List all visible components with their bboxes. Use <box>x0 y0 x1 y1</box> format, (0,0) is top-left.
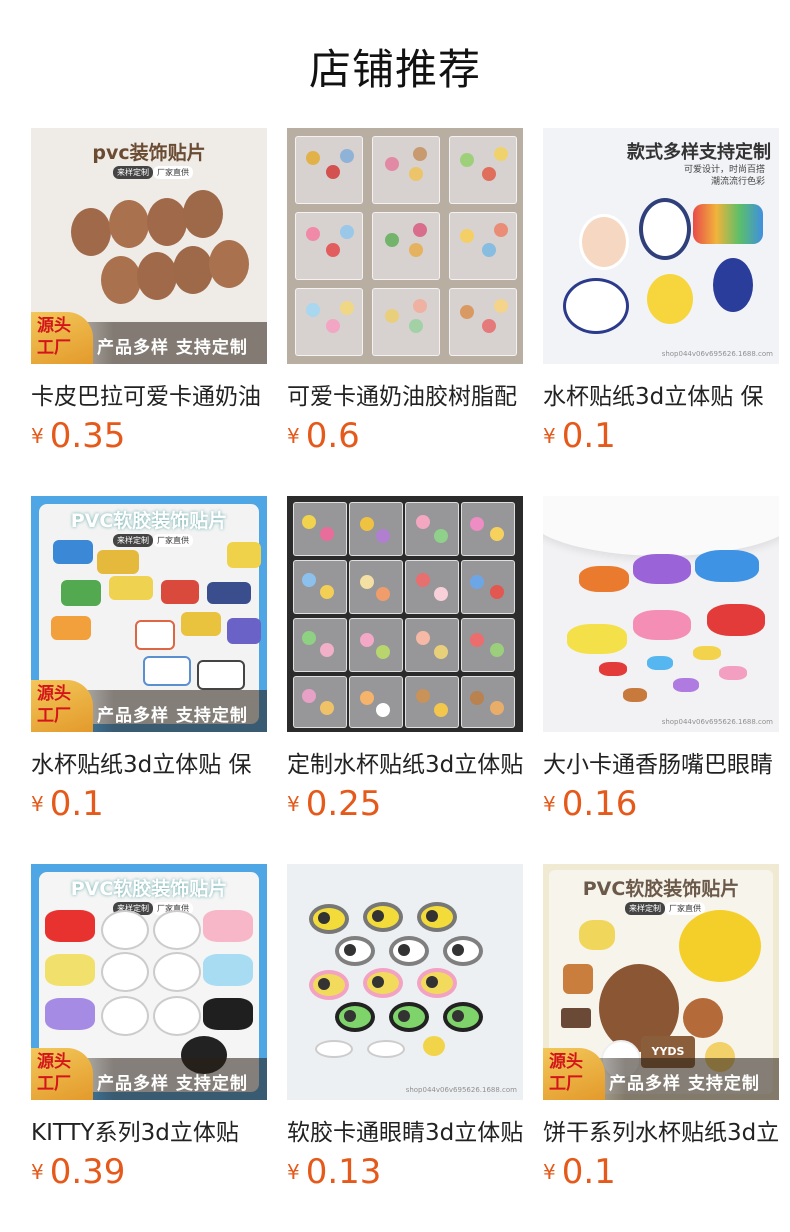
image-title: 款式多样支持定制 <box>627 142 771 163</box>
product-price: ¥0.13 <box>287 1152 382 1192</box>
image-title: PVC软胶装饰贴片 <box>70 878 228 900</box>
image-chip: 厂家直供 <box>153 534 193 547</box>
badge-text: 产品多样 支持定制 <box>97 706 248 726</box>
product-name[interactable]: 可爱卡通奶油胶树脂配 <box>287 377 523 411</box>
product-image[interactable]: PVC软胶装饰贴片 来样定制 厂家直供 源头 工厂 产品多样 支持定制 <box>31 496 267 732</box>
page-title: 店铺推荐 <box>308 45 481 94</box>
badge-text: 产品多样 支持定制 <box>97 1074 248 1094</box>
product-name[interactable]: KITTY系列3d立体贴 <box>31 1113 267 1147</box>
product-name[interactable]: 软胶卡通眼睛3d立体贴 <box>287 1113 523 1147</box>
product-image[interactable]: shop044v06v695626.1688.com <box>287 864 523 1100</box>
product-name[interactable]: 卡皮巴拉可爱卡通奶油 <box>31 377 267 411</box>
product-name[interactable]: 水杯贴纸3d立体贴 保 <box>31 745 267 779</box>
image-subtitle: 潮流流行色彩 <box>710 177 765 187</box>
watermark: shop044v06v695626.1688.com <box>405 1086 517 1094</box>
watermark: shop044v06v695626.1688.com <box>661 350 773 358</box>
product-name[interactable]: 水杯贴纸3d立体贴 保 <box>543 377 779 411</box>
product-price: ¥0.25 <box>287 784 382 824</box>
watermark: shop044v06v695626.1688.com <box>661 718 773 726</box>
product-image[interactable]: shop044v06v695626.1688.com <box>543 496 779 732</box>
product-name[interactable]: 饼干系列水杯贴纸3d立 <box>543 1113 779 1147</box>
product-image[interactable]: PVC软胶装饰贴片 来样定制 厂家直供 源头 工厂 产品多样 支持定制 <box>31 864 267 1100</box>
badge-text: 产品多样 支持定制 <box>609 1074 760 1094</box>
product-price: ¥0.16 <box>543 784 638 824</box>
badge-text: 产品多样 支持定制 <box>97 338 248 358</box>
product-price: ¥0.39 <box>31 1152 126 1192</box>
product-price: ¥0.1 <box>543 1152 616 1192</box>
image-title: pvc装饰贴片 <box>92 142 206 164</box>
product-price: ¥0.35 <box>31 416 126 456</box>
product-price: ¥0.1 <box>31 784 104 824</box>
image-title: PVC软胶装饰贴片 <box>582 878 740 900</box>
product-image[interactable] <box>287 128 523 364</box>
factory-badge: 源头 工厂 <box>543 1048 605 1100</box>
image-chip: 厂家直供 <box>153 166 193 179</box>
factory-badge: 源头 工厂 <box>31 312 93 364</box>
product-name[interactable]: 定制水杯贴纸3d立体贴 <box>287 745 523 779</box>
product-image[interactable] <box>287 496 523 732</box>
factory-badge: 源头 工厂 <box>31 680 93 732</box>
image-chip: 来样定制 <box>113 166 153 179</box>
product-image[interactable]: pvc装饰贴片 来样定制 厂家直供 源头 工厂 产品多样 支持定制 <box>31 128 267 364</box>
product-price: ¥0.6 <box>287 416 360 456</box>
image-chip: 来样定制 <box>625 902 665 915</box>
product-name[interactable]: 大小卡通香肠嘴巴眼睛 <box>543 745 779 779</box>
factory-badge: 源头 工厂 <box>31 1048 93 1100</box>
product-image[interactable]: 款式多样支持定制 可爱设计，时尚百搭 潮流流行色彩 shop044v06v695… <box>543 128 779 364</box>
product-image[interactable]: PVC软胶装饰贴片 来样定制 厂家直供 YYDS 源头 工厂 产品多样 支持定制 <box>543 864 779 1100</box>
image-title: PVC软胶装饰贴片 <box>70 510 228 532</box>
product-price: ¥0.1 <box>543 416 616 456</box>
image-chip: 厂家直供 <box>665 902 705 915</box>
image-chip: 来样定制 <box>113 534 153 547</box>
